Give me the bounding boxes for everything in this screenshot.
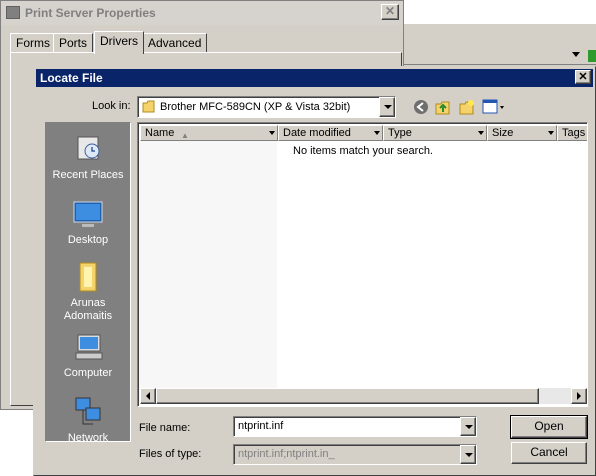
chevron-down-icon[interactable]: [460, 445, 476, 464]
column-header-date-modified[interactable]: Date modified: [278, 125, 383, 141]
chevron-down-icon[interactable]: [379, 97, 395, 117]
recent-places-icon: [72, 133, 104, 165]
background-titlebar: [402, 0, 596, 24]
new-folder-icon[interactable]: [457, 97, 477, 117]
place-label: Computer: [63, 367, 113, 379]
place-recent-places[interactable]: Recent Places: [46, 133, 130, 181]
window-title: Print Server Properties ✕: [1, 1, 403, 25]
window-title-text: Print Server Properties: [25, 6, 156, 20]
chevron-down-icon[interactable]: [548, 131, 554, 135]
locate-file-dialog: Locate File ✕ Look in: Brother MFC-589CN…: [33, 66, 596, 476]
place-label: Recent Places: [52, 169, 124, 181]
column-label: Tags: [562, 127, 586, 139]
place-computer[interactable]: Computer: [46, 331, 130, 379]
files-of-type-value: ntprint.inf;ntprint.in_: [238, 448, 335, 460]
files-of-type-dropdown[interactable]: ntprint.inf;ntprint.in_: [233, 444, 477, 465]
user-folder-icon: [72, 261, 104, 293]
green-status-icon: [588, 50, 596, 62]
column-header-tags[interactable]: Tags: [557, 125, 587, 141]
tab-forms[interactable]: Forms: [10, 33, 56, 53]
close-button[interactable]: ✕: [381, 4, 399, 20]
file-name-value: ntprint.inf: [238, 420, 284, 432]
chevron-down-icon[interactable]: [374, 131, 380, 135]
tab-drivers[interactable]: Drivers: [94, 31, 144, 54]
desktop-icon: [72, 198, 104, 230]
files-of-type-label: Files of type:: [139, 448, 202, 460]
open-button[interactable]: Open: [510, 415, 588, 439]
chevron-down-icon[interactable]: [460, 417, 476, 436]
column-header-size[interactable]: Size: [487, 125, 557, 141]
dialog-titlebar: Locate File ✕: [36, 69, 593, 87]
sort-ascending-icon: ▲: [181, 131, 189, 140]
place-label: Desktop: [67, 234, 109, 246]
network-icon: [72, 396, 104, 428]
column-label: Type: [388, 127, 412, 139]
printer-icon: [6, 6, 20, 19]
view-menu-icon[interactable]: [481, 97, 507, 117]
places-bar: Recent Places Desktop Arunas Adomaitis C…: [45, 122, 131, 444]
place-desktop[interactable]: Desktop: [46, 198, 130, 246]
chevron-down-icon[interactable]: [572, 52, 580, 57]
cancel-button[interactable]: Cancel: [511, 442, 587, 464]
column-label: Name: [145, 127, 175, 139]
place-network[interactable]: Network: [46, 396, 130, 444]
close-button[interactable]: ✕: [575, 70, 591, 84]
horizontal-scrollbar[interactable]: [140, 388, 587, 404]
dialog-title: Locate File: [40, 71, 103, 85]
sorted-column-highlight: [139, 141, 277, 403]
scroll-right-button[interactable]: [571, 388, 587, 404]
back-icon[interactable]: [411, 97, 431, 117]
chevron-down-icon[interactable]: [478, 131, 484, 135]
file-name-label: File name:: [139, 422, 191, 434]
scroll-left-button[interactable]: [140, 388, 156, 404]
file-list[interactable]: Name ▲ Date modified Type Size Tags No i…: [137, 122, 588, 407]
look-in-value: Brother MFC-589CN (XP & Vista 32bit): [160, 101, 351, 113]
tab-advanced[interactable]: Advanced: [142, 33, 208, 53]
scroll-thumb[interactable]: [156, 388, 539, 404]
column-label: Size: [492, 127, 514, 139]
column-label: Date modified: [283, 127, 351, 139]
look-in-dropdown[interactable]: Brother MFC-589CN (XP & Vista 32bit): [137, 96, 396, 118]
column-header-type[interactable]: Type: [383, 125, 487, 141]
tab-ports[interactable]: Ports: [53, 33, 94, 53]
place-label: Arunas Adomaitis: [63, 297, 113, 322]
place-user-folder[interactable]: Arunas Adomaitis: [46, 261, 130, 323]
folder-icon: [142, 100, 156, 113]
file-name-field[interactable]: ntprint.inf: [233, 416, 477, 437]
empty-message: No items match your search.: [293, 145, 433, 157]
place-label: Network: [67, 432, 109, 444]
chevron-down-icon[interactable]: [269, 131, 275, 135]
column-header-name[interactable]: Name ▲: [140, 125, 278, 141]
computer-icon: [72, 331, 104, 363]
background-toolbar: [402, 45, 596, 65]
up-folder-icon[interactable]: [433, 97, 453, 117]
look-in-label: Look in:: [92, 100, 131, 112]
